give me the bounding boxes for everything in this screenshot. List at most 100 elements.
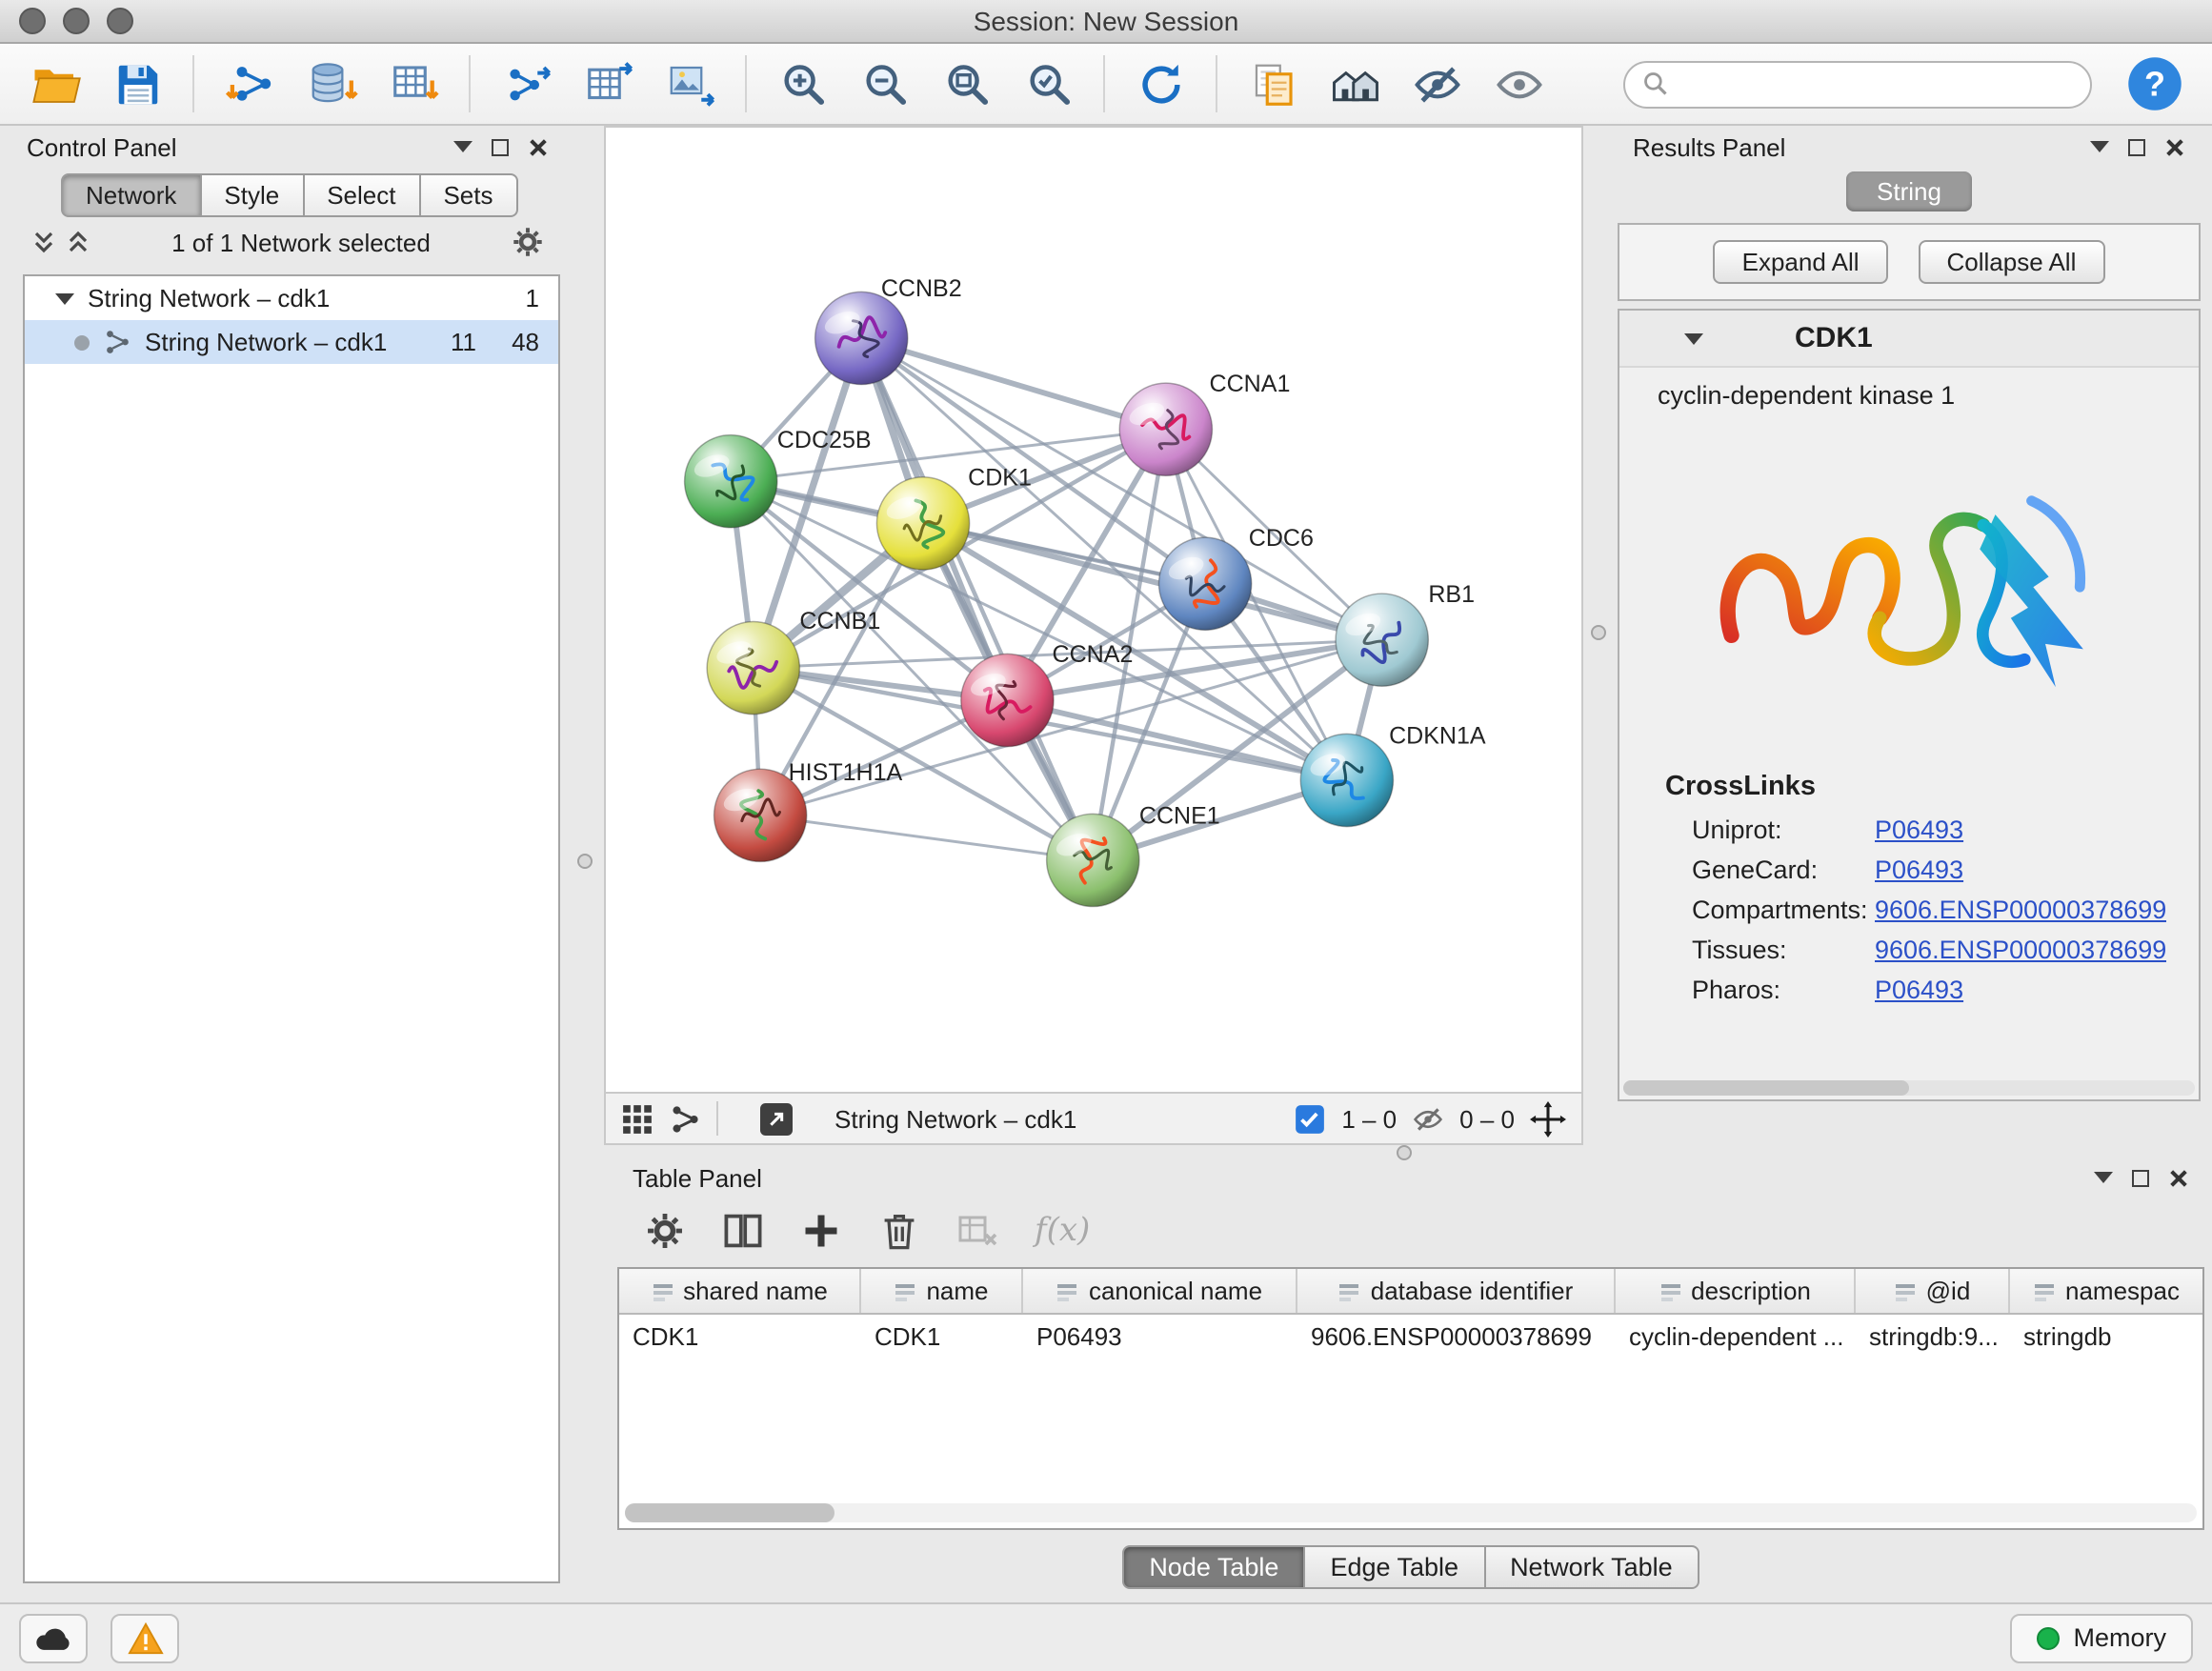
graph-node-CCNA1[interactable] [1119,383,1212,475]
zoom-selected-button[interactable] [1012,50,1084,118]
neighborhood-button[interactable] [1318,50,1391,118]
close-panel-icon[interactable] [528,136,549,157]
graph-node-CDC25B[interactable] [685,435,777,528]
panel-menu-caret-icon[interactable] [2094,1172,2113,1183]
panel-menu-caret-icon[interactable] [2090,141,2109,152]
graph-node-CCNB2[interactable] [815,292,908,384]
table-cell[interactable]: stringdb [2010,1321,2202,1350]
import-table-button[interactable] [377,50,450,118]
crosslink-value-link[interactable]: 9606.ENSP00000378699 [1875,896,2166,924]
tab-edge-table[interactable]: Edge Table [1305,1544,1485,1588]
minimize-window-button[interactable] [63,8,90,34]
warnings-button[interactable] [111,1613,179,1662]
tab-network[interactable]: Network [61,173,201,217]
network-view[interactable]: CCNB2CCNA1CDC25BCDK1CDC6RB1CCNB1CCNA2CDK… [604,126,1583,1094]
results-scrollbar[interactable] [1623,1080,2195,1096]
column-header[interactable]: namespac [2010,1269,2202,1313]
maximize-window-button[interactable] [107,8,133,34]
open-in-window-icon[interactable] [760,1102,793,1135]
duplicate-network-button[interactable] [1237,50,1309,118]
network-collection-row[interactable]: String Network – cdk1 1 [25,276,558,320]
graph-node-CDKN1A[interactable] [1300,734,1393,826]
hide-graphics-details-button[interactable] [1400,50,1473,118]
network-graph[interactable]: CCNB2CCNA1CDC25BCDK1CDC6RB1CCNB1CCNA2CDK… [606,128,1581,1092]
section-collapse-caret-icon[interactable] [1684,332,1703,344]
hidden-eye-slash-icon[interactable] [1412,1102,1444,1135]
float-panel-icon[interactable] [2128,138,2145,155]
tab-sets[interactable]: Sets [420,173,517,217]
table-horizontal-scrollbar[interactable] [625,1503,2197,1522]
table-scrollbar-thumb[interactable] [625,1503,835,1522]
function-builder-button[interactable]: f(x) [1035,1212,1090,1250]
crosslink-value-link[interactable]: 9606.ENSP00000378699 [1875,936,2166,964]
open-session-button[interactable] [19,50,91,118]
zoom-fit-button[interactable] [930,50,1002,118]
import-network-database-button[interactable] [295,50,368,118]
export-image-button[interactable] [654,50,726,118]
zoom-in-button[interactable] [766,50,838,118]
expand-all-icon[interactable] [65,229,91,255]
float-panel-icon[interactable] [492,138,509,155]
column-header[interactable]: name [861,1269,1023,1313]
graph-node-CCNB1[interactable] [707,622,799,715]
right-splitter-handle[interactable] [1591,625,1606,640]
collapse-all-button[interactable]: Collapse All [1919,240,2105,284]
graph-edge[interactable] [760,815,1093,860]
table-cell[interactable]: CDK1 [861,1321,1023,1350]
protein-section-header[interactable]: CDK1 [1619,311,2199,368]
column-header[interactable]: database identifier [1297,1269,1616,1313]
tab-network-table[interactable]: Network Table [1485,1544,1699,1588]
tab-string[interactable]: String [1846,171,1972,211]
collapse-all-icon[interactable] [30,229,57,255]
graph-node-CCNA2[interactable] [961,654,1054,746]
left-splitter-handle[interactable] [577,854,593,869]
crosslink-value-link[interactable]: P06493 [1875,856,1963,884]
share-view-icon[interactable] [669,1102,701,1135]
memory-button[interactable]: Memory [2010,1613,2193,1662]
zoom-out-button[interactable] [848,50,920,118]
grid-view-icon[interactable] [621,1102,654,1135]
refresh-button[interactable] [1124,50,1196,118]
expand-all-button[interactable]: Expand All [1714,240,1888,284]
clear-table-icon[interactable] [956,1210,998,1252]
delete-column-trash-icon[interactable] [878,1210,920,1252]
save-session-button[interactable] [101,50,173,118]
add-column-plus-icon[interactable] [800,1210,842,1252]
network-row[interactable]: String Network – cdk1 11 48 [25,320,558,364]
table-cell[interactable]: CDK1 [619,1321,861,1350]
graph-node-CDK1[interactable] [876,477,969,570]
show-columns-icon[interactable] [722,1210,764,1252]
column-header[interactable]: canonical name [1023,1269,1297,1313]
crosslink-value-link[interactable]: P06493 [1875,815,1963,844]
table-row[interactable]: CDK1CDK1P064939606.ENSP00000378699cyclin… [619,1315,2202,1357]
column-header[interactable]: shared name [619,1269,861,1313]
help-button[interactable]: ? [2124,53,2185,114]
tab-style[interactable]: Style [201,173,304,217]
export-network-button[interactable] [490,50,562,118]
search-input[interactable] [1680,70,2073,98]
tab-node-table[interactable]: Node Table [1122,1544,1305,1588]
import-network-file-button[interactable] [213,50,286,118]
crosslink-value-link[interactable]: P06493 [1875,976,1963,1004]
selected-checkbox-icon[interactable] [1294,1102,1326,1135]
table-cell[interactable]: cyclin-dependent ... [1616,1321,1856,1350]
table-cell[interactable]: stringdb:9... [1856,1321,2010,1350]
graph-node-CCNE1[interactable] [1047,814,1139,906]
export-table-button[interactable] [572,50,644,118]
graph-edge[interactable] [861,338,1166,430]
float-panel-icon[interactable] [2132,1169,2149,1186]
show-graphics-details-button[interactable] [1482,50,1555,118]
table-cell[interactable]: P06493 [1023,1321,1297,1350]
cloud-button[interactable] [19,1613,88,1662]
column-header[interactable]: description [1616,1269,1856,1313]
close-window-button[interactable] [19,8,46,34]
panel-menu-caret-icon[interactable] [453,141,473,152]
table-settings-gear-icon[interactable] [644,1210,686,1252]
column-header[interactable]: @id [1856,1269,2010,1313]
results-scrollbar-thumb[interactable] [1623,1080,1909,1096]
close-panel-icon[interactable] [2164,136,2185,157]
graph-node-CDC6[interactable] [1158,537,1251,630]
table-cell[interactable]: 9606.ENSP00000378699 [1297,1321,1616,1350]
close-panel-icon[interactable] [2168,1167,2189,1188]
tree-expand-caret-icon[interactable] [55,292,74,304]
